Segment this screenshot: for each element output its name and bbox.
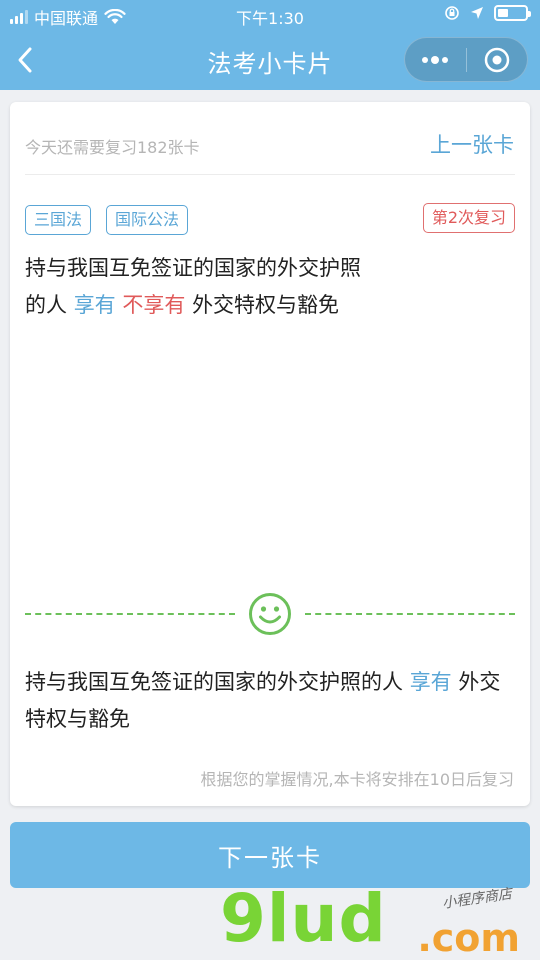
watermark-domain: .com: [417, 916, 520, 960]
more-button[interactable]: [405, 38, 466, 81]
tag-topic[interactable]: 国际公法: [106, 205, 189, 235]
answer-text: 持与我国互免签证的国家的外交护照的人 享有 外交特权与豁免: [25, 664, 505, 738]
status-bar: 中国联通 下午1:30: [0, 0, 540, 30]
answer-main: 持与我国互免签证的国家的外交护照的人: [25, 670, 403, 694]
header-divider: [25, 174, 515, 175]
more-dots-icon: [422, 55, 449, 64]
battery-icon: [494, 5, 531, 21]
review-badge: 第2次复习: [422, 203, 515, 233]
watermark-logo: 9lud .com 小程序商店: [220, 884, 520, 960]
status-right: [444, 5, 531, 21]
option-enjoy[interactable]: 享有: [74, 293, 116, 317]
previous-card-button[interactable]: 上一张卡: [430, 129, 514, 159]
question-text: 持与我国互免签证的国家的外交护照 的人 享有 不享有 外交特权与豁免: [25, 250, 425, 324]
answer-highlight: 享有: [409, 670, 452, 694]
answer-divider: [25, 592, 515, 636]
remaining-count: 今天还需要复习182张卡: [25, 138, 200, 157]
dashed-line-right: [305, 613, 515, 615]
option-not-enjoy[interactable]: 不享有: [122, 293, 185, 317]
location-icon: [471, 7, 483, 19]
question-suffix: 外交特权与豁免: [192, 293, 340, 317]
miniprogram-capsule: [404, 37, 528, 82]
dashed-line-left: [25, 613, 235, 615]
flash-card: 今天还需要复习182张卡 上一张卡 三国法 国际公法 第2次复习 持与我国互免签…: [10, 102, 530, 806]
tag-subject[interactable]: 三国法: [25, 205, 92, 235]
target-icon: [484, 47, 509, 72]
question-prefix: 的人: [25, 293, 67, 317]
nav-bar: 法考小卡片: [0, 30, 540, 90]
watermark-brand: 9lud: [220, 880, 387, 957]
next-card-button[interactable]: 下一张卡: [10, 822, 530, 888]
schedule-note: 根据您的掌握情况,本卡将安排在10日后复习: [200, 770, 514, 789]
smiley-icon: [249, 593, 291, 635]
close-miniprogram-button[interactable]: [467, 38, 528, 81]
question-line1: 持与我国互免签证的国家的外交护照: [25, 256, 361, 280]
rotation-lock-icon: [445, 6, 459, 20]
tag-list: 三国法 国际公法: [25, 205, 189, 235]
